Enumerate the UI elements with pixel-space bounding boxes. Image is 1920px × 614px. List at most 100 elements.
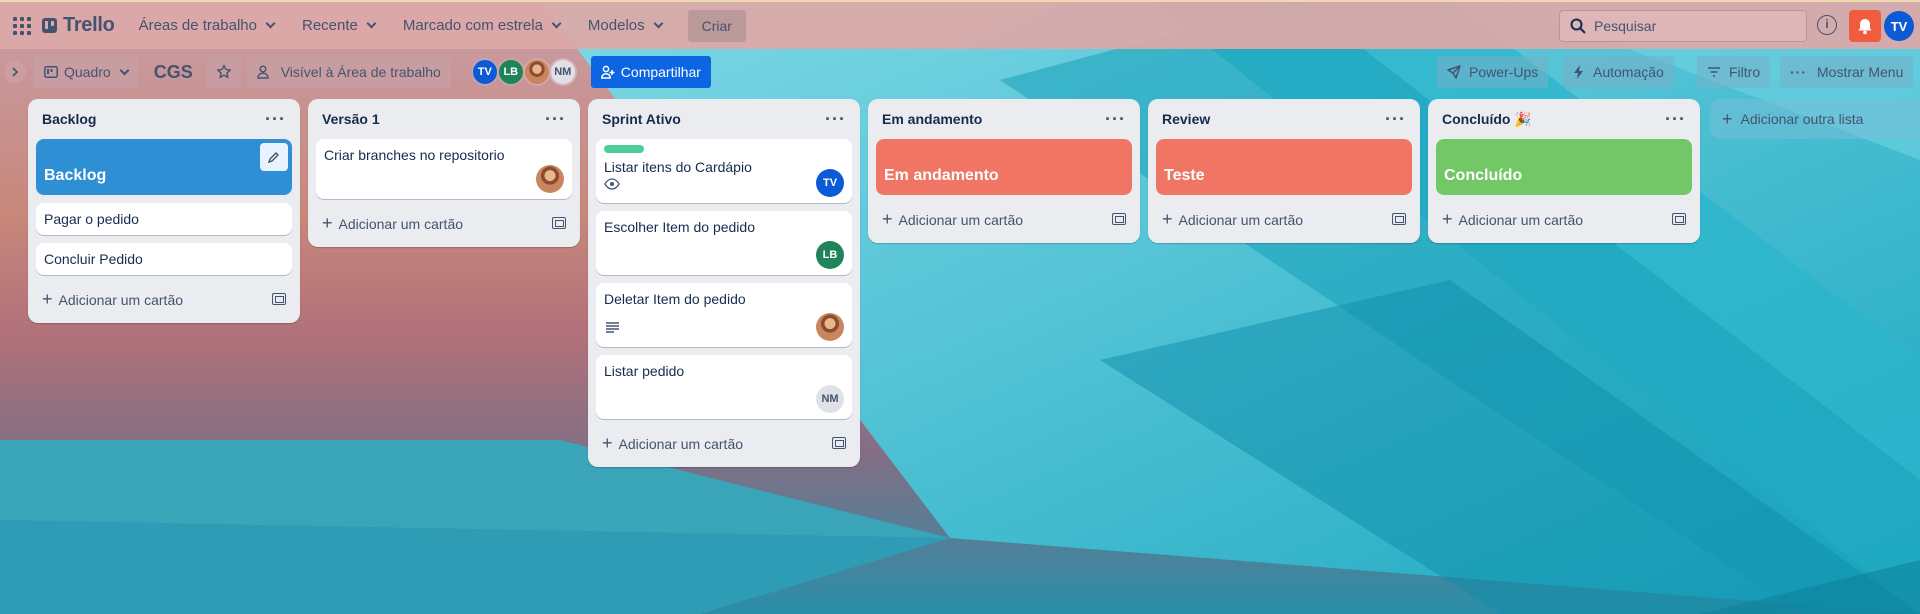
card-member-avatar[interactable]: NM	[816, 385, 844, 413]
card-template-icon[interactable]	[1672, 213, 1686, 225]
card[interactable]: Deletar Item do pedido	[596, 283, 852, 347]
notifications-button[interactable]	[1849, 10, 1881, 42]
workspaces-menu[interactable]: Áreas de trabalho	[127, 10, 286, 42]
trello-logo-icon	[42, 18, 57, 33]
add-card-button[interactable]: + Adicionar um cartão	[596, 427, 852, 459]
cover-card[interactable]: Teste	[1156, 139, 1412, 195]
add-list-label: Adicionar outra lista	[1740, 111, 1864, 127]
cover-card-title: Em andamento	[884, 167, 999, 184]
share-button[interactable]: Compartilhar	[590, 56, 711, 88]
card-title: Pagar o pedido	[44, 211, 139, 227]
member-avatar-photo[interactable]	[522, 58, 551, 86]
starred-menu[interactable]: Marcado com estrela	[391, 10, 572, 42]
list-title[interactable]: Em andamento	[882, 111, 982, 127]
list-menu-icon[interactable]: ···	[545, 110, 566, 128]
plus-icon: +	[602, 432, 613, 453]
card-template-icon[interactable]	[1112, 213, 1126, 225]
add-card-label: Adicionar um cartão	[618, 435, 744, 452]
info-icon[interactable]: i	[1817, 15, 1837, 35]
cover-card[interactable]: Em andamento	[876, 139, 1132, 195]
templates-menu[interactable]: Modelos	[576, 10, 674, 42]
pencil-icon	[268, 152, 279, 163]
card[interactable]: Listar pedido NM	[596, 355, 852, 419]
plus-icon: +	[322, 212, 333, 233]
eye-icon	[604, 178, 620, 190]
add-card-label: Adicionar um cartão	[58, 291, 184, 308]
list-title[interactable]: Backlog	[42, 111, 96, 127]
card[interactable]: Escolher Item do pedido LB	[596, 211, 852, 275]
app-switcher-icon[interactable]	[12, 16, 32, 36]
sidebar-expand-button[interactable]	[4, 61, 26, 83]
plus-icon: +	[1442, 208, 1453, 229]
card[interactable]: Listar itens do Cardápio TV	[596, 139, 852, 203]
top-navigation-bar: Trello Áreas de trabalho Recente Marcado…	[0, 0, 1920, 49]
recent-menu[interactable]: Recente	[290, 10, 387, 42]
cover-card[interactable]: Backlog	[36, 139, 292, 195]
board-members: TV LB NM	[470, 58, 577, 86]
star-board-button[interactable]	[206, 56, 241, 88]
list-menu-icon[interactable]: ···	[1385, 110, 1406, 128]
card-title: Listar pedido	[604, 363, 685, 379]
add-card-button[interactable]: + Adicionar um cartão	[1436, 203, 1692, 235]
member-avatar[interactable]: LB	[496, 58, 525, 86]
board-view-switcher[interactable]: Quadro	[34, 56, 138, 88]
visibility-button[interactable]: Visível à Área de trabalho	[246, 56, 451, 88]
add-list-button[interactable]: + Adicionar outra lista	[1710, 99, 1920, 139]
card-title: Criar branches no repositorio	[324, 147, 505, 163]
add-card-button[interactable]: + Adicionar um cartão	[316, 207, 572, 239]
search-input[interactable]: Pesquisar	[1559, 10, 1807, 42]
star-icon	[216, 64, 231, 79]
board-title[interactable]: CGS	[154, 62, 193, 83]
share-label: Compartilhar	[620, 64, 701, 80]
card[interactable]: Pagar o pedido	[36, 203, 292, 235]
add-card-button[interactable]: + Adicionar um cartão	[36, 283, 292, 315]
logo-text: Trello	[63, 14, 115, 36]
user-avatar[interactable]: TV	[1884, 11, 1914, 41]
chevron-right-icon	[12, 67, 19, 77]
board-header: Quadro CGS Visível à Área de trabalho TV…	[0, 49, 1920, 95]
card-label[interactable]	[604, 145, 644, 153]
trello-logo[interactable]: Trello	[42, 14, 115, 37]
list-title[interactable]: Versão 1	[322, 111, 380, 127]
search-placeholder: Pesquisar	[1594, 18, 1657, 34]
edit-card-button[interactable]	[260, 143, 288, 171]
list-menu-icon[interactable]: ···	[1665, 110, 1686, 128]
card-member-avatar-photo[interactable]	[536, 165, 564, 193]
description-icon	[606, 322, 619, 333]
card[interactable]: Concluir Pedido	[36, 243, 292, 275]
member-avatar[interactable]: TV	[470, 58, 499, 86]
member-avatar[interactable]: NM	[548, 58, 577, 86]
board-view-label: Quadro	[64, 64, 111, 80]
card-title: Concluir Pedido	[44, 251, 143, 267]
add-card-label: Adicionar um cartão	[1178, 211, 1304, 228]
chevron-down-icon	[366, 18, 377, 29]
list-menu-icon[interactable]: ···	[825, 110, 846, 128]
list-menu-icon[interactable]: ···	[1105, 110, 1126, 128]
card-member-avatar[interactable]: TV	[816, 169, 844, 197]
cover-card[interactable]: Concluído	[1436, 139, 1692, 195]
bell-icon	[1858, 18, 1872, 34]
people-icon	[257, 65, 269, 79]
card-template-icon[interactable]	[552, 217, 566, 229]
list-title[interactable]: Concluído 🎉	[1442, 111, 1532, 128]
card-member-avatar[interactable]: LB	[816, 241, 844, 269]
card-template-icon[interactable]	[272, 293, 286, 305]
create-button[interactable]: Criar	[687, 9, 746, 42]
add-card-button[interactable]: + Adicionar um cartão	[1156, 203, 1412, 235]
card-template-icon[interactable]	[1392, 213, 1406, 225]
list-sprint-ativo: Sprint Ativo ··· Listar itens do Cardápio…	[588, 99, 860, 467]
card-template-icon[interactable]	[832, 437, 846, 449]
card-title: Listar itens do Cardápio	[604, 159, 752, 175]
add-card-button[interactable]: + Adicionar um cartão	[876, 203, 1132, 235]
plus-icon: +	[1722, 108, 1733, 129]
list-title[interactable]: Sprint Ativo	[602, 111, 681, 127]
card-member-avatar-photo[interactable]	[816, 313, 844, 341]
list-concluido: Concluído 🎉 ··· Concluído + Adicionar um c…	[1428, 99, 1700, 243]
list-backlog: Backlog ··· Backlog Pagar o pedido Conclu…	[28, 99, 300, 323]
add-card-label: Adicionar um cartão	[1458, 211, 1584, 228]
list-menu-icon[interactable]: ···	[265, 110, 286, 128]
card[interactable]: Criar branches no repositorio	[316, 139, 572, 199]
list-title[interactable]: Review	[1162, 111, 1210, 127]
plus-icon: +	[1162, 208, 1173, 229]
add-card-label: Adicionar um cartão	[898, 211, 1024, 228]
